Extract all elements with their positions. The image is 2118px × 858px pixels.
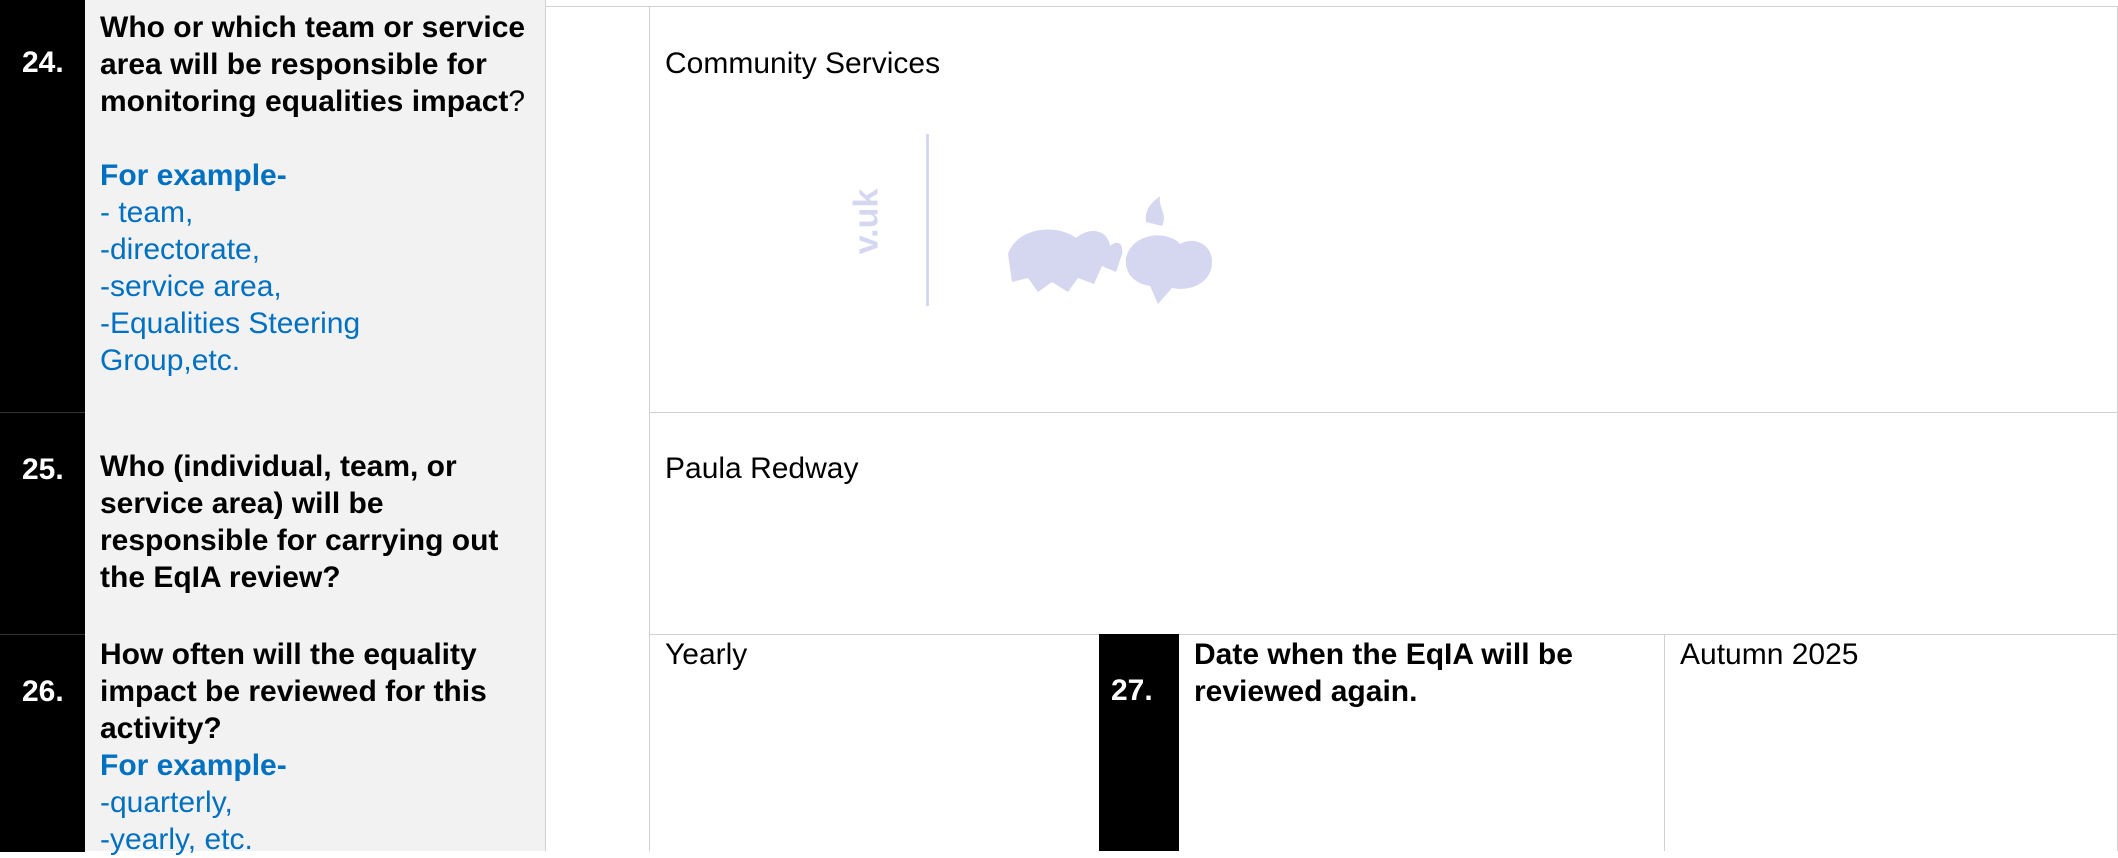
question-suffix: ?	[508, 85, 526, 118]
question-text: Who (individual, team, or service area) …	[100, 450, 499, 594]
answer-27: Autumn 2025	[1680, 638, 1859, 671]
row-26: 26. How often will the equality impact b…	[0, 634, 2118, 856]
row-number-25: 25.	[0, 412, 85, 635]
watermark-divider	[926, 134, 929, 306]
row-number-label: 26.	[22, 675, 64, 708]
question-24: Who or which team or service area will b…	[100, 9, 540, 379]
example-heading: For example-	[100, 749, 287, 782]
example-line: -quarterly,	[100, 786, 233, 819]
example-line: -yearly, etc.	[100, 823, 253, 856]
question-26: How often will the equality impact be re…	[100, 636, 540, 858]
row-number-24: 24.	[0, 0, 85, 412]
answer-25: Paula Redway	[665, 452, 859, 485]
crest-logo-icon	[1008, 196, 1212, 304]
row-number-26: 26.	[0, 634, 85, 852]
example-block: For example- - team, -directorate, -serv…	[100, 157, 540, 379]
example-line: - team,	[100, 196, 194, 229]
example-heading: For example-	[100, 159, 287, 192]
example-line: -Equalities Steering Group,etc.	[100, 307, 361, 377]
question-text: How often will the equality impact be re…	[100, 638, 487, 745]
answer-24: Community Services	[665, 47, 941, 80]
row-number-label: 27.	[1111, 674, 1153, 707]
answer-26: Yearly	[665, 638, 748, 671]
example-line: -directorate,	[100, 233, 261, 266]
row-number-label: 25.	[22, 453, 64, 486]
example-block: For example- -quarterly, -yearly, etc.	[100, 747, 540, 858]
question-27: Date when the EqIA will be reviewed agai…	[1194, 636, 1644, 710]
column-divider	[1664, 634, 1665, 851]
watermark-text: v.uk	[847, 188, 886, 255]
row-number-label: 24.	[22, 46, 64, 79]
question-25: Who (individual, team, or service area) …	[100, 448, 540, 596]
watermark: v.uk	[847, 130, 1230, 310]
question-text: Date when the EqIA will be reviewed agai…	[1194, 638, 1573, 708]
example-line: -service area,	[100, 270, 282, 303]
row-number-27: 27.	[1099, 634, 1179, 851]
question-text: Who or which team or service area will b…	[100, 11, 526, 118]
row-25: 25. Who (individual, team, or service ar…	[0, 412, 2118, 635]
